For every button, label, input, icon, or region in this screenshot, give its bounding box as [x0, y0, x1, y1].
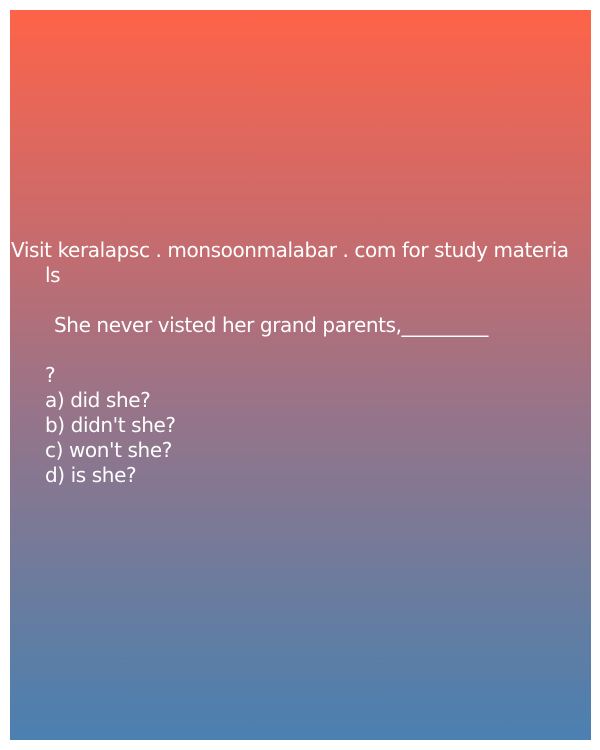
promo-line-1: Visit keralapsc . monsoonmalabar . com f… [11, 238, 569, 262]
quiz-card: Visit keralapsc . monsoonmalabar . com f… [10, 10, 591, 740]
question-mark: ? [45, 363, 56, 387]
question-text: She never visted her grand parents,_____… [54, 313, 488, 337]
option-a: a) did she? [45, 388, 151, 412]
option-b: b) didn't she? [45, 413, 176, 437]
quiz-text-block: Visit keralapsc . monsoonmalabar . com f… [11, 238, 589, 488]
promo-line-2: ls [45, 263, 61, 287]
option-c: c) won't she? [45, 438, 172, 462]
option-d: d) is she? [45, 463, 137, 487]
